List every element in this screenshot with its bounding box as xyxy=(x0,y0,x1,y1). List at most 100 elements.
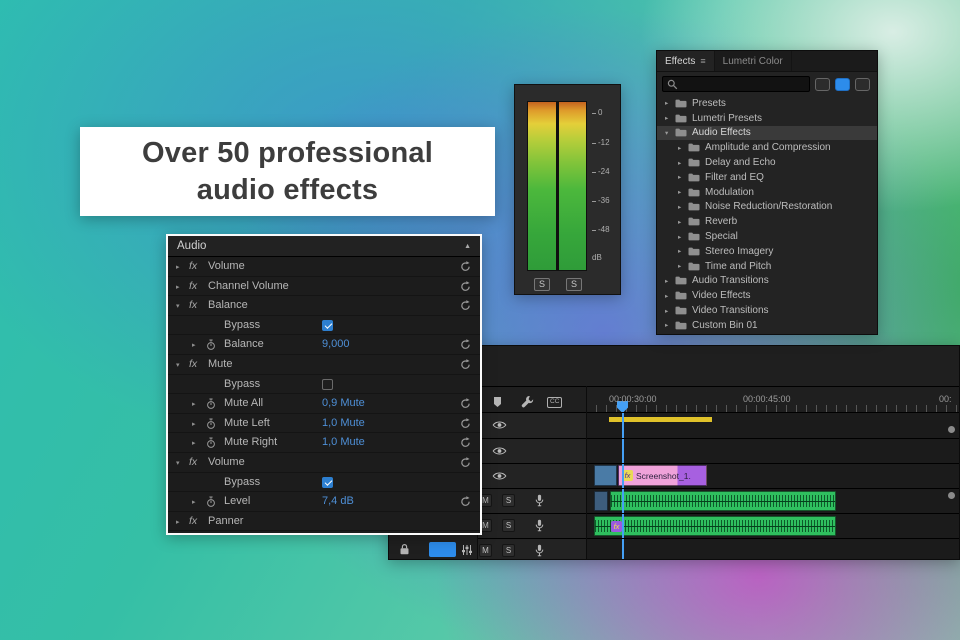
tree-item-modulation[interactable]: ▸ Modulation xyxy=(657,185,877,200)
marker-icon[interactable] xyxy=(493,396,502,408)
tree-item-amplitude-and-compression[interactable]: ▸ Amplitude and Compression xyxy=(657,140,877,155)
effect-channel-volume[interactable]: ▸ fx Channel Volume xyxy=(168,277,480,297)
reset-icon[interactable] xyxy=(460,437,471,448)
effect-balance[interactable]: ▾ fx Balance xyxy=(168,296,480,316)
video-clip-screenshot[interactable]: fx Screenshot_1. xyxy=(618,465,707,486)
chevron-down-icon[interactable]: ▾ xyxy=(176,459,180,467)
chevron-right-icon[interactable]: ▸ xyxy=(665,114,675,122)
tree-item-video-effects[interactable]: ▸ Video Effects xyxy=(657,288,877,303)
chevron-right-icon[interactable]: ▸ xyxy=(192,400,196,408)
chevron-right-icon[interactable]: ▸ xyxy=(678,233,688,241)
effect-volume[interactable]: ▸ fx Volume xyxy=(168,257,480,277)
chevron-right-icon[interactable]: ▸ xyxy=(678,218,688,226)
chevron-right-icon[interactable]: ▸ xyxy=(678,203,688,211)
property-value[interactable]: 9,000 xyxy=(322,338,350,350)
track-solo-button[interactable]: S xyxy=(502,494,515,507)
tree-item-custom-bin-01[interactable]: ▸ Custom Bin 01 xyxy=(657,318,877,333)
chevron-right-icon[interactable]: ▸ xyxy=(176,263,180,271)
chevron-right-icon[interactable]: ▸ xyxy=(678,262,688,270)
chevron-down-icon[interactable]: ▾ xyxy=(665,129,675,137)
reset-icon[interactable] xyxy=(460,417,471,429)
reset-icon[interactable] xyxy=(460,261,471,272)
reset-icon[interactable] xyxy=(460,398,471,409)
property-level[interactable]: ▸ Level 7,4 dB xyxy=(168,492,480,512)
bypass-row[interactable]: Bypass xyxy=(168,316,480,336)
reset-icon[interactable] xyxy=(460,496,471,507)
tree-item-noise-reduction-restoration[interactable]: ▸ Noise Reduction/Restoration xyxy=(657,200,877,215)
chevron-down-icon[interactable]: ▾ xyxy=(176,361,180,369)
tree-item-lumetri-presets[interactable]: ▸ Lumetri Presets xyxy=(657,111,877,126)
stopwatch-icon[interactable] xyxy=(206,418,216,430)
captions-icon[interactable]: CC xyxy=(547,397,563,408)
chevron-right-icon[interactable]: ▸ xyxy=(678,144,688,152)
stopwatch-icon[interactable] xyxy=(206,437,216,449)
reset-icon[interactable] xyxy=(460,359,471,370)
reset-icon[interactable] xyxy=(460,457,471,468)
property-mute-all[interactable]: ▸ Mute All 0,9 Mute xyxy=(168,394,480,414)
property-value[interactable]: 7,4 dB xyxy=(322,495,354,507)
mic-icon[interactable] xyxy=(535,494,544,507)
tree-item-filter-and-eq[interactable]: ▸ Filter and EQ xyxy=(657,170,877,185)
property-mute-left[interactable]: ▸ Mute Left 1,0 Mute xyxy=(168,414,480,434)
chevron-right-icon[interactable]: ▸ xyxy=(678,173,688,181)
chevron-down-icon[interactable]: ▾ xyxy=(176,302,180,310)
effect-controls-header[interactable]: Audio ▲ xyxy=(168,236,480,257)
bypass-checkbox[interactable] xyxy=(322,378,333,390)
yuv-effects-icon[interactable] xyxy=(855,77,870,91)
property-value[interactable]: 1,0 Mute xyxy=(322,417,365,429)
solo-button[interactable]: S xyxy=(534,278,550,291)
chevron-right-icon[interactable]: ▸ xyxy=(192,439,196,447)
bypass-row[interactable]: Bypass xyxy=(168,473,480,493)
property-value[interactable]: 1,0 Mute xyxy=(322,436,365,448)
audio-clip-small[interactable] xyxy=(594,491,608,511)
chevron-right-icon[interactable]: ▸ xyxy=(665,321,675,329)
mic-icon[interactable] xyxy=(535,519,544,532)
eye-icon[interactable] xyxy=(492,420,507,430)
filter-badge-icon[interactable] xyxy=(835,77,850,91)
audio-clip-1[interactable] xyxy=(610,491,836,511)
stopwatch-icon[interactable] xyxy=(206,398,216,410)
property-mute-right[interactable]: ▸ Mute Right 1,0 Mute xyxy=(168,433,480,453)
effect-mute[interactable]: ▾ fx Mute xyxy=(168,355,480,375)
property-balance[interactable]: ▸ Balance 9,000 xyxy=(168,335,480,355)
reset-icon[interactable] xyxy=(460,339,471,350)
effect-panner[interactable]: ▸ fx Panner xyxy=(168,512,480,532)
track-patch-button[interactable] xyxy=(429,542,456,557)
chevron-right-icon[interactable]: ▸ xyxy=(665,99,675,107)
mic-icon[interactable] xyxy=(535,544,544,557)
chevron-right-icon[interactable]: ▸ xyxy=(192,341,196,349)
effect-volume[interactable]: ▾ fx Volume xyxy=(168,453,480,473)
chevron-right-icon[interactable]: ▸ xyxy=(192,498,196,506)
tree-item-stereo-imagery[interactable]: ▸ Stereo Imagery xyxy=(657,244,877,259)
tab-lumetri-color[interactable]: Lumetri Color xyxy=(715,51,792,71)
audio-clip-2[interactable]: fx xyxy=(594,516,836,536)
tree-item-audio-transitions[interactable]: ▸ Audio Transitions xyxy=(657,274,877,289)
reset-icon[interactable] xyxy=(460,300,471,311)
reset-icon[interactable] xyxy=(460,280,471,292)
tree-item-special[interactable]: ▸ Special xyxy=(657,229,877,244)
chevron-right-icon[interactable]: ▸ xyxy=(176,518,180,526)
tree-item-reverb[interactable]: ▸ Reverb xyxy=(657,214,877,229)
tree-item-presets[interactable]: ▸ Presets xyxy=(657,96,877,111)
tree-item-video-transitions[interactable]: ▸ Video Transitions xyxy=(657,303,877,318)
wrench-icon[interactable] xyxy=(521,395,534,408)
scrollbar-dot-top[interactable] xyxy=(948,426,955,433)
work-area-bar[interactable] xyxy=(609,417,712,422)
solo-button[interactable]: S xyxy=(566,278,582,291)
tab-effects[interactable]: Effects ≡ xyxy=(657,51,715,71)
lock-icon[interactable] xyxy=(399,543,410,555)
chevron-right-icon[interactable]: ▸ xyxy=(678,159,688,167)
collapse-icon[interactable]: ▲ xyxy=(464,243,471,250)
accelerated-effects-icon[interactable] xyxy=(815,77,830,91)
video-clip[interactable] xyxy=(594,465,617,486)
playhead-line[interactable] xyxy=(622,402,624,559)
scrollbar-dot-bottom[interactable] xyxy=(948,492,955,499)
panel-menu-icon[interactable]: ≡ xyxy=(700,56,705,66)
track-mute-button[interactable]: M xyxy=(479,544,492,557)
bypass-checkbox[interactable] xyxy=(322,319,333,331)
chevron-right-icon[interactable]: ▸ xyxy=(665,277,675,285)
chevron-right-icon[interactable]: ▸ xyxy=(176,283,180,291)
timeline-ruler[interactable] xyxy=(586,405,959,412)
track-solo-button[interactable]: S xyxy=(502,544,515,557)
stopwatch-icon[interactable] xyxy=(206,339,216,351)
